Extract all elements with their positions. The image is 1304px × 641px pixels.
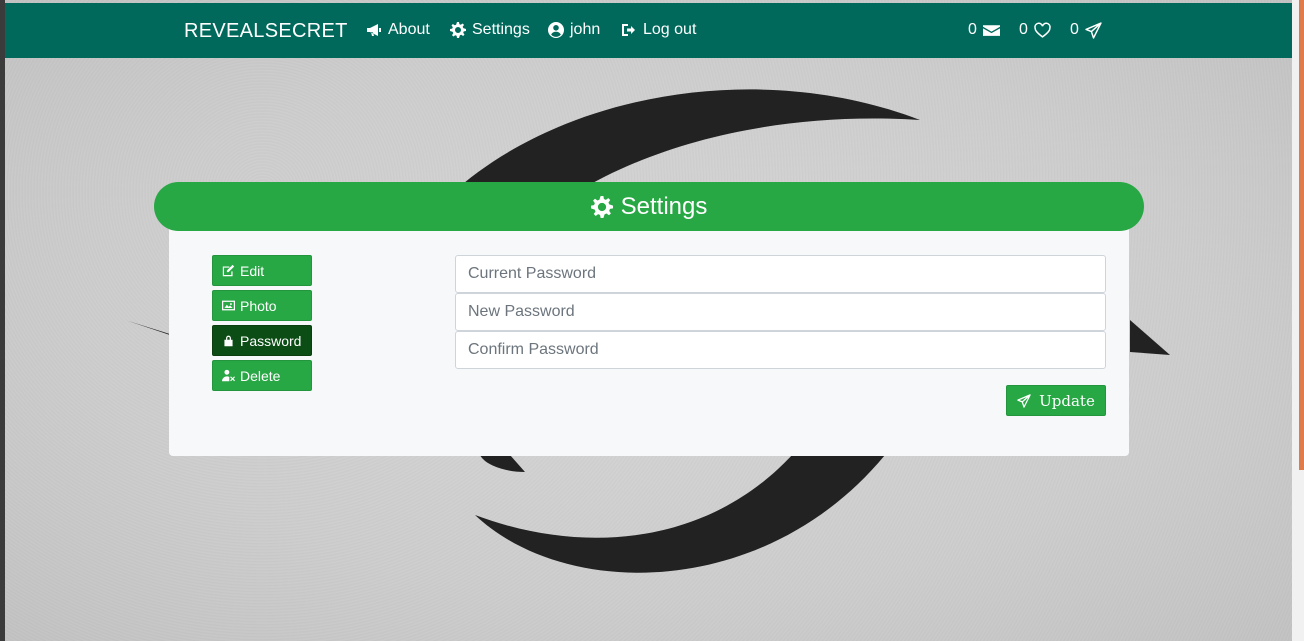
delete-button-label: Delete — [240, 367, 281, 384]
messages-count: 0 — [968, 21, 977, 38]
nav-user[interactable]: john — [548, 21, 600, 39]
gear-icon — [590, 195, 613, 218]
new-password-field[interactable] — [455, 293, 1106, 331]
nav-logout-label: Log out — [643, 21, 697, 38]
nav-settings[interactable]: Settings — [450, 21, 530, 39]
nav-about-label: About — [388, 21, 430, 38]
edit-button-label: Edit — [240, 262, 265, 279]
edit-button[interactable]: Edit — [212, 255, 312, 286]
update-button-label: Update — [1039, 391, 1095, 410]
scrollbar[interactable] — [1292, 0, 1304, 641]
sent-counter[interactable]: 0 — [1070, 21, 1102, 39]
nav-user-label: john — [570, 21, 601, 38]
likes-count: 0 — [1019, 21, 1028, 38]
image-icon — [222, 300, 235, 311]
envelope-icon — [982, 24, 1000, 36]
photo-button[interactable]: Photo — [212, 290, 312, 321]
bullhorn-icon — [367, 24, 381, 36]
gear-icon — [450, 22, 466, 38]
confirm-password-field[interactable] — [455, 331, 1106, 369]
user-circle-icon — [548, 22, 564, 38]
scrollbar-thumb[interactable] — [1299, 0, 1304, 470]
heart-icon — [1034, 22, 1051, 38]
password-button-label: Password — [240, 332, 302, 349]
paper-plane-icon — [1017, 393, 1031, 408]
update-button[interactable]: Update — [1006, 385, 1106, 416]
nav-logout[interactable]: Log out — [621, 21, 696, 39]
sent-count: 0 — [1070, 21, 1079, 38]
photo-button-label: Photo — [240, 297, 277, 314]
lock-icon — [224, 335, 233, 347]
nav-about[interactable]: About — [366, 21, 430, 39]
settings-card-header: Settings — [154, 182, 1144, 231]
brand-logo[interactable]: REVEALSECRET — [184, 20, 348, 43]
messages-counter[interactable]: 0 — [968, 21, 1000, 39]
paper-plane-icon — [1085, 21, 1102, 39]
top-navbar: REVEALSECRET About Settings john Log out… — [5, 3, 1292, 58]
user-delete-icon — [222, 369, 235, 382]
password-button[interactable]: Password — [212, 325, 312, 356]
delete-button[interactable]: Delete — [212, 360, 312, 391]
edit-icon — [222, 264, 235, 277]
current-password-field[interactable] — [455, 255, 1106, 293]
likes-counter[interactable]: 0 — [1019, 21, 1051, 39]
nav-settings-label: Settings — [472, 21, 530, 38]
sign-out-icon — [622, 24, 635, 36]
settings-title: Settings — [620, 192, 708, 220]
